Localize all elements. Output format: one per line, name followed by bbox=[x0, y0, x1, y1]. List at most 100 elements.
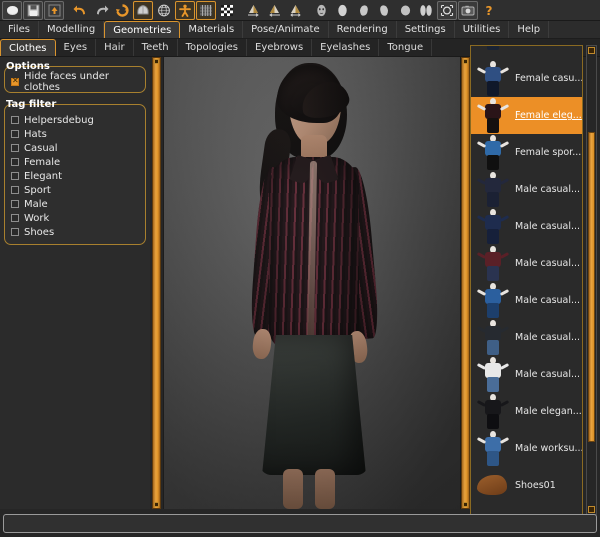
menu-item-utilities[interactable]: Utilities bbox=[455, 21, 510, 38]
main-toolbar: ? bbox=[0, 0, 600, 21]
makehuman-window: ? Files Modelling Geometries Materials P… bbox=[0, 0, 600, 537]
list-item-selected[interactable]: Female eleg... bbox=[471, 97, 582, 134]
scroll-down-button[interactable] bbox=[588, 506, 595, 513]
symmetry-left-icon[interactable] bbox=[264, 1, 284, 20]
clothing-thumbnail bbox=[473, 356, 513, 393]
grid-icon[interactable] bbox=[196, 0, 216, 20]
symmetry-right-icon[interactable] bbox=[243, 1, 263, 20]
list-item[interactable]: Male casual... bbox=[471, 208, 582, 245]
tab-clothes[interactable]: Clothes bbox=[0, 39, 56, 56]
tab-teeth[interactable]: Teeth bbox=[134, 39, 178, 56]
back-view-icon[interactable] bbox=[332, 1, 352, 20]
menu-item-geometries[interactable]: Geometries bbox=[104, 21, 181, 38]
tab-eyelashes[interactable]: Eyelashes bbox=[312, 39, 380, 56]
tab-eyes[interactable]: Eyes bbox=[56, 39, 97, 56]
3d-viewport[interactable] bbox=[163, 57, 461, 509]
right-panel-splitter[interactable] bbox=[461, 57, 470, 509]
list-item[interactable]: Male casual... bbox=[471, 171, 582, 208]
background-icon[interactable] bbox=[217, 1, 237, 20]
pose-icon[interactable] bbox=[175, 0, 195, 20]
checkbox-icon[interactable] bbox=[11, 130, 19, 138]
list-item-label: Male casual... bbox=[515, 184, 581, 195]
tab-eyebrows[interactable]: Eyebrows bbox=[247, 39, 313, 56]
top-view-icon[interactable] bbox=[395, 1, 415, 20]
list-item-label: Shoes01 bbox=[515, 480, 556, 491]
tab-hair[interactable]: Hair bbox=[96, 39, 134, 56]
reset-icon[interactable] bbox=[112, 1, 132, 20]
checkbox-tag-elegant[interactable]: Elegant bbox=[10, 169, 140, 183]
checkbox-icon[interactable] bbox=[11, 200, 19, 208]
smooth-icon[interactable] bbox=[133, 0, 153, 20]
undo-icon[interactable] bbox=[70, 1, 90, 20]
list-item[interactable]: Shoes01 bbox=[471, 467, 582, 504]
checkbox-icon[interactable] bbox=[11, 158, 19, 166]
splitter-handle-bottom[interactable] bbox=[154, 502, 159, 507]
menu-item-materials[interactable]: Materials bbox=[180, 21, 244, 38]
splitter-handle-top[interactable] bbox=[463, 59, 468, 64]
grab-screen-icon[interactable] bbox=[458, 0, 478, 20]
list-item[interactable]: Female casu... bbox=[471, 60, 582, 97]
splitter-handle-top[interactable] bbox=[154, 59, 159, 64]
checkbox-label: Female bbox=[24, 156, 61, 168]
menu-item-help[interactable]: Help bbox=[509, 21, 550, 38]
checkbox-tag-casual[interactable]: Casual bbox=[10, 141, 140, 155]
new-icon[interactable] bbox=[2, 0, 22, 20]
clothes-list-panel[interactable]: Female casu... Female eleg... Female spo… bbox=[470, 45, 583, 515]
checkbox-icon[interactable] bbox=[11, 228, 19, 236]
scroll-up-button[interactable] bbox=[588, 47, 595, 54]
checkbox-tag-hats[interactable]: Hats bbox=[10, 127, 140, 141]
load-icon[interactable] bbox=[44, 0, 64, 20]
right-view-icon[interactable] bbox=[374, 1, 394, 20]
tag-filter-group: Helpersdebug Hats Casual Female Elegant … bbox=[4, 104, 146, 245]
left-view-icon[interactable] bbox=[353, 1, 373, 20]
checkbox-tag-sport[interactable]: Sport bbox=[10, 183, 140, 197]
list-item[interactable]: Male casual... bbox=[471, 356, 582, 393]
redo-icon[interactable] bbox=[91, 1, 111, 20]
list-item-label: Male casual... bbox=[515, 258, 581, 269]
list-item-label: Female eleg... bbox=[515, 110, 582, 121]
checkbox-icon[interactable] bbox=[11, 214, 19, 222]
list-item[interactable]: Male casual... bbox=[471, 319, 582, 356]
front-view-icon[interactable] bbox=[311, 1, 331, 20]
checkbox-tag-male[interactable]: Male bbox=[10, 197, 140, 211]
tab-topologies[interactable]: Topologies bbox=[178, 39, 248, 56]
list-item[interactable]: Male casual... bbox=[471, 245, 582, 282]
clothing-thumbnail bbox=[473, 46, 513, 60]
checkbox-tag-work[interactable]: Work bbox=[10, 211, 140, 225]
list-item[interactable]: Female spor... bbox=[471, 134, 582, 171]
shoe-thumbnail bbox=[473, 467, 513, 504]
checkbox-tag-female[interactable]: Female bbox=[10, 155, 140, 169]
symmetry-icon[interactable] bbox=[285, 1, 305, 20]
menu-item-rendering[interactable]: Rendering bbox=[329, 21, 397, 38]
reset-camera-icon[interactable] bbox=[437, 0, 457, 20]
checkbox-label: Hide faces under clothes bbox=[24, 71, 109, 93]
list-item-label: Male casual... bbox=[515, 295, 581, 306]
left-panel-splitter[interactable] bbox=[152, 57, 161, 509]
menu-item-pose-animate[interactable]: Pose/Animate bbox=[243, 21, 329, 38]
side-by-side-icon[interactable] bbox=[416, 1, 436, 20]
checkbox-label: Work bbox=[24, 212, 50, 224]
clothing-thumbnail bbox=[473, 430, 513, 467]
list-item[interactable] bbox=[471, 46, 582, 60]
clothes-list-scrollbar[interactable] bbox=[586, 45, 597, 515]
menu-item-modelling[interactable]: Modelling bbox=[39, 21, 105, 38]
checkbox-tag-shoes[interactable]: Shoes bbox=[10, 225, 140, 239]
list-item[interactable]: Male worksu... bbox=[471, 430, 582, 467]
menu-item-files[interactable]: Files bbox=[0, 21, 39, 38]
checkbox-icon[interactable] bbox=[11, 76, 19, 86]
scrollbar-thumb[interactable] bbox=[588, 132, 595, 442]
tab-tongue[interactable]: Tongue bbox=[379, 39, 433, 56]
checkbox-icon[interactable] bbox=[11, 116, 19, 124]
wireframe-icon[interactable] bbox=[154, 1, 174, 20]
checkbox-tag-helpersdebug[interactable]: Helpersdebug bbox=[10, 113, 140, 127]
splitter-handle-bottom[interactable] bbox=[463, 502, 468, 507]
menu-item-settings[interactable]: Settings bbox=[397, 21, 455, 38]
list-item[interactable]: Male casual... bbox=[471, 282, 582, 319]
help-icon[interactable]: ? bbox=[479, 1, 499, 20]
checkbox-icon[interactable] bbox=[11, 144, 19, 152]
checkbox-icon[interactable] bbox=[11, 172, 19, 180]
checkbox-icon[interactable] bbox=[11, 186, 19, 194]
list-item[interactable]: Male elegan... bbox=[471, 393, 582, 430]
save-icon[interactable] bbox=[23, 0, 43, 20]
checkbox-hide-faces-under-clothes[interactable]: Hide faces under clothes bbox=[10, 71, 140, 93]
